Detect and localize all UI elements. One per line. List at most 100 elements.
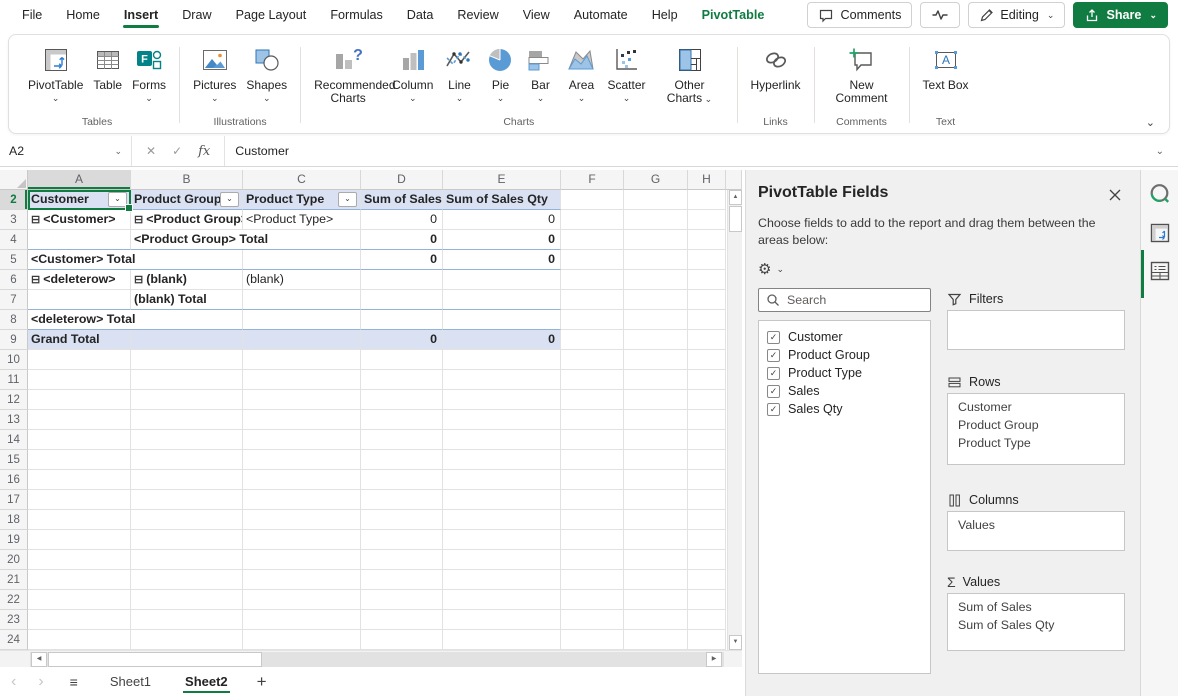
cell-D9[interactable]: 0	[361, 330, 443, 350]
filters-area-box[interactable]	[947, 310, 1125, 350]
cell-B4[interactable]: <Product Group> Total	[131, 230, 361, 250]
row-header-11[interactable]: 11	[0, 370, 28, 390]
cell-H21[interactable]	[688, 570, 726, 590]
cell-G16[interactable]	[624, 470, 688, 490]
cell-E4[interactable]: 0	[443, 230, 561, 250]
cell-C21[interactable]	[243, 570, 361, 590]
cell-C16[interactable]	[243, 470, 361, 490]
column-header-F[interactable]: F	[561, 170, 624, 190]
cell-A8[interactable]: <deleterow> Total	[28, 310, 243, 330]
name-box[interactable]: A2 ⌄	[0, 136, 132, 166]
ribbon-button-pie[interactable]: Pie⌄	[480, 39, 520, 103]
row-header-17[interactable]: 17	[0, 490, 28, 510]
cell-F12[interactable]	[561, 390, 624, 410]
cell-B7[interactable]: (blank) Total	[131, 290, 243, 310]
cell-G2[interactable]	[624, 190, 688, 210]
ribbon-button-shapes[interactable]: Shapes⌄	[241, 39, 292, 103]
cell-E23[interactable]	[443, 610, 561, 630]
cell-F22[interactable]	[561, 590, 624, 610]
cell-H3[interactable]	[688, 210, 726, 230]
cell-E24[interactable]	[443, 630, 561, 650]
cell-C3[interactable]: <Product Type>	[243, 210, 361, 230]
row-header-19[interactable]: 19	[0, 530, 28, 550]
collapse-button[interactable]: ⊟	[134, 214, 143, 226]
cell-C8[interactable]	[243, 310, 361, 330]
all-sheets-menu-icon[interactable]: ≡	[55, 674, 93, 690]
cell-D4[interactable]: 0	[361, 230, 443, 250]
cell-A6[interactable]: ⊟<deleterow>	[28, 270, 131, 290]
ribbon-button-column[interactable]: Column⌄	[387, 39, 438, 103]
activity-button[interactable]	[920, 2, 960, 28]
pivot-area-item-values[interactable]: Values	[948, 516, 1124, 534]
ribbon-button-new-comment[interactable]: New Comment	[823, 39, 901, 105]
cell-B11[interactable]	[131, 370, 243, 390]
filter-dropdown-button[interactable]: ⌄	[108, 192, 127, 207]
cell-D21[interactable]	[361, 570, 443, 590]
menu-data[interactable]: Data	[395, 0, 446, 30]
cell-B6[interactable]: ⊟(blank)	[131, 270, 243, 290]
cell-D3[interactable]: 0	[361, 210, 443, 230]
row-header-21[interactable]: 21	[0, 570, 28, 590]
cell-F24[interactable]	[561, 630, 624, 650]
cell-B13[interactable]	[131, 410, 243, 430]
cell-C20[interactable]	[243, 550, 361, 570]
cell-D10[interactable]	[361, 350, 443, 370]
cell-E15[interactable]	[443, 450, 561, 470]
cell-C12[interactable]	[243, 390, 361, 410]
row-header-20[interactable]: 20	[0, 550, 28, 570]
cell-B20[interactable]	[131, 550, 243, 570]
cell-A24[interactable]	[28, 630, 131, 650]
ribbon-button-recommended-charts[interactable]: ?Recommended Charts	[309, 39, 387, 105]
sheet-tab-sheet2[interactable]: Sheet2	[168, 667, 245, 696]
cell-D5[interactable]: 0	[361, 250, 443, 270]
menu-formulas[interactable]: Formulas	[318, 0, 394, 30]
horizontal-scroll-thumb[interactable]	[48, 652, 262, 667]
column-header-A[interactable]: A	[28, 170, 131, 190]
ribbon-button-hyperlink[interactable]: Hyperlink	[746, 39, 806, 92]
cell-G3[interactable]	[624, 210, 688, 230]
cell-G11[interactable]	[624, 370, 688, 390]
cell-D17[interactable]	[361, 490, 443, 510]
cell-G20[interactable]	[624, 550, 688, 570]
cell-A20[interactable]	[28, 550, 131, 570]
menu-file[interactable]: File	[10, 0, 54, 30]
menu-help[interactable]: Help	[640, 0, 690, 30]
ribbon-button-table[interactable]: Table	[88, 39, 127, 92]
cell-H6[interactable]	[688, 270, 726, 290]
cell-E14[interactable]	[443, 430, 561, 450]
cell-G14[interactable]	[624, 430, 688, 450]
cell-B15[interactable]	[131, 450, 243, 470]
row-header-22[interactable]: 22	[0, 590, 28, 610]
cell-E11[interactable]	[443, 370, 561, 390]
scroll-up-arrow[interactable]: ▲	[729, 190, 742, 205]
cell-G6[interactable]	[624, 270, 688, 290]
cell-C5[interactable]	[243, 250, 361, 270]
scroll-down-arrow[interactable]: ▼	[729, 635, 742, 650]
cell-E10[interactable]	[443, 350, 561, 370]
cell-F17[interactable]	[561, 490, 624, 510]
cell-E13[interactable]	[443, 410, 561, 430]
cell-E7[interactable]	[443, 290, 561, 310]
cell-H14[interactable]	[688, 430, 726, 450]
cell-G22[interactable]	[624, 590, 688, 610]
cell-F19[interactable]	[561, 530, 624, 550]
cell-B16[interactable]	[131, 470, 243, 490]
row-header-3[interactable]: 3	[0, 210, 28, 230]
cell-H17[interactable]	[688, 490, 726, 510]
row-header-2[interactable]: 2	[0, 190, 28, 210]
collapse-button[interactable]: ⊟	[134, 274, 143, 286]
row-header-16[interactable]: 16	[0, 470, 28, 490]
cell-G5[interactable]	[624, 250, 688, 270]
field-item-customer[interactable]: ✓Customer	[765, 328, 924, 346]
cell-C24[interactable]	[243, 630, 361, 650]
cell-H4[interactable]	[688, 230, 726, 250]
close-icon[interactable]	[1108, 188, 1122, 202]
cell-D2[interactable]: Sum of Sales	[361, 190, 443, 210]
cell-B19[interactable]	[131, 530, 243, 550]
cell-G12[interactable]	[624, 390, 688, 410]
comments-button[interactable]: Comments	[807, 2, 912, 28]
cell-E8[interactable]	[443, 310, 561, 330]
cell-A17[interactable]	[28, 490, 131, 510]
ribbon-button-text-box[interactable]: AText Box	[918, 39, 974, 92]
cancel-icon[interactable]: ✕	[146, 144, 156, 158]
